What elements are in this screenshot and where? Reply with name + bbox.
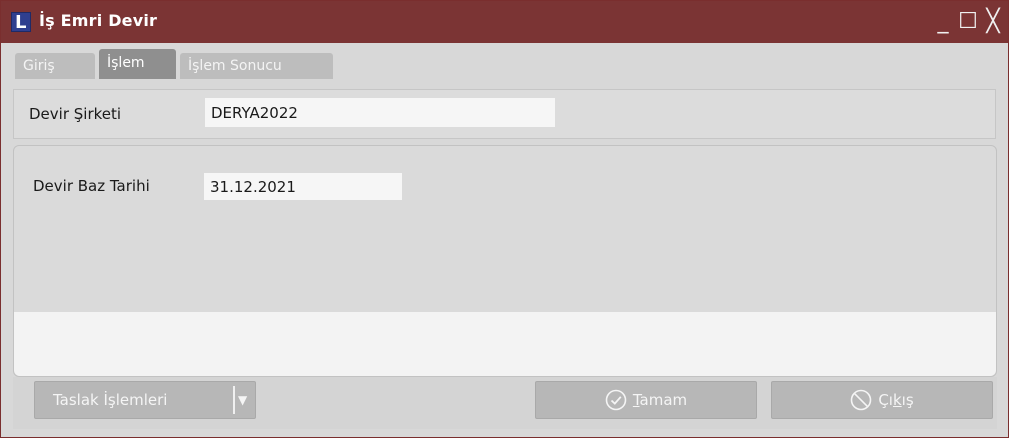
company-panel: Devir Şirketi [13, 89, 996, 139]
tamam-label: Tamam [632, 391, 688, 409]
taslak-islemleri-button[interactable]: Taslak İşlemleri ▼ [34, 381, 256, 419]
devir-sirketi-label: Devir Şirketi [29, 105, 122, 123]
app-logo-icon: L [11, 12, 31, 33]
dialog-window: L İş Emri Devir _ ☐ ╳ Giriş İşlem İşlem … [0, 0, 1009, 438]
date-panel: Devir Baz Tarihi [13, 145, 997, 377]
chevron-down-icon[interactable]: ▼ [238, 389, 252, 411]
cikis-label: Çıkış [878, 391, 914, 409]
title-bar[interactable]: L İş Emri Devir _ ☐ ╳ [1, 1, 1008, 43]
tamam-button[interactable]: Tamam [535, 381, 757, 419]
no-entry-icon [851, 389, 872, 411]
devir-baz-tarihi-input[interactable] [204, 173, 402, 200]
taslak-islemleri-label: Taslak İşlemleri [53, 391, 168, 409]
cikis-button[interactable]: Çıkış [771, 381, 993, 419]
tab-islem[interactable]: İşlem [99, 49, 176, 79]
tab-giris[interactable]: Giriş [15, 53, 95, 79]
tab-islem-sonucu[interactable]: İşlem Sonucu [180, 53, 333, 79]
button-bar: Taslak İşlemleri ▼ Tamam Çıkış [13, 377, 997, 429]
maximize-icon[interactable]: ☐ [956, 9, 980, 35]
minimize-icon[interactable]: _ [931, 9, 955, 35]
panel-footer-area [14, 312, 996, 376]
devir-sirketi-input[interactable] [205, 98, 555, 127]
check-circle-icon [605, 389, 627, 411]
devir-baz-tarihi-label: Devir Baz Tarihi [33, 177, 150, 195]
button-separator [233, 386, 235, 414]
close-icon[interactable]: ╳ [981, 9, 1005, 35]
window-title: İş Emri Devir [39, 11, 158, 30]
